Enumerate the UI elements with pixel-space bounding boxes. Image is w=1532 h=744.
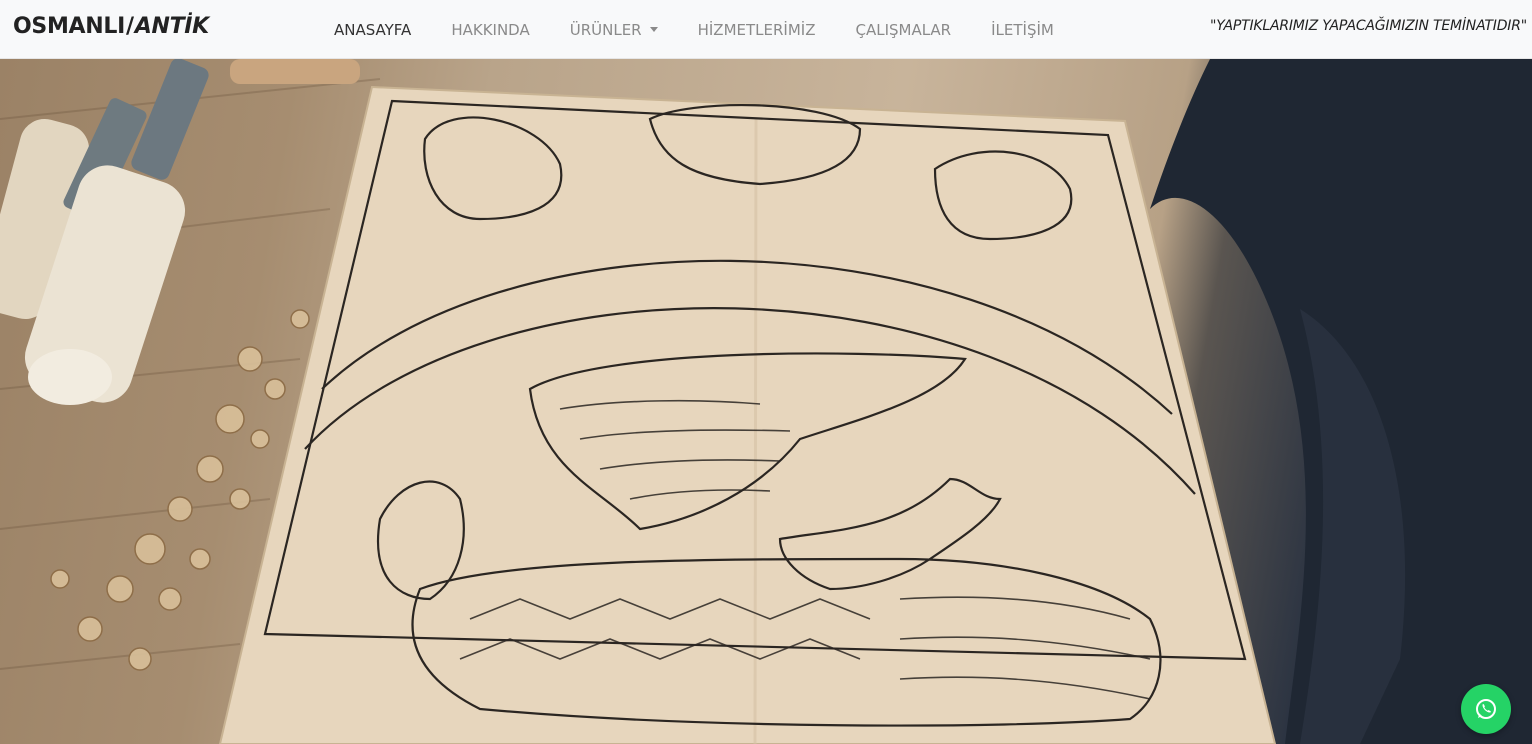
nav-item-urunler[interactable]: ÜRÜNLER	[550, 21, 678, 39]
brand-part1: OSMANLI	[13, 14, 125, 39]
nav-item-anasayfa[interactable]: ANASAYFA	[314, 21, 431, 39]
wood-carving-illustration	[0, 59, 1532, 744]
navbar: OSMANLI/ANTİK ANASAYFA HAKKINDA ÜRÜNLER …	[0, 0, 1532, 59]
main-nav: ANASAYFA HAKKINDA ÜRÜNLER HİZMETLERİMİZ …	[314, 0, 1074, 59]
brand-part2: ANTİK	[134, 14, 209, 39]
whatsapp-icon	[1476, 699, 1496, 719]
nav-item-iletisim[interactable]: İLETİŞİM	[971, 21, 1074, 39]
brand-separator: /	[125, 14, 134, 39]
chevron-down-icon	[649, 26, 658, 32]
whatsapp-button[interactable]	[1461, 684, 1511, 734]
nav-item-hakkinda[interactable]: HAKKINDA	[431, 21, 549, 39]
brand-logo[interactable]: OSMANLI/ANTİK	[13, 14, 209, 39]
hero-image	[0, 59, 1532, 744]
nav-item-calismalar[interactable]: ÇALIŞMALAR	[835, 21, 971, 39]
nav-item-hizmetlerimiz[interactable]: HİZMETLERİMİZ	[678, 21, 836, 39]
motto-text: "YAPTIKLARIMIZ YAPACAĞIMIZIN TEMİNATIDIR…	[1209, 18, 1527, 34]
